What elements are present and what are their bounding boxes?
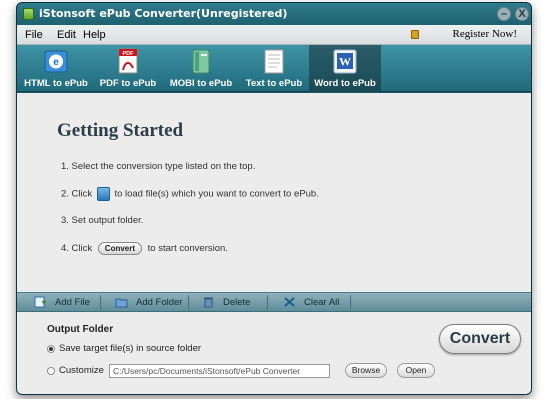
tab-mobi-to-epub[interactable]: MOBI to ePub [165, 45, 237, 92]
app-icon [23, 8, 34, 20]
conversion-toolbar: e HTML to ePub PDF PDF to ePub MOBI to e… [17, 45, 531, 92]
action-separator [100, 295, 101, 310]
open-button[interactable]: Open [397, 363, 435, 378]
action-separator [350, 295, 351, 310]
step-1: 1. Select the conversion type listed on … [61, 161, 256, 172]
add-file-button[interactable]: Add File [34, 293, 90, 312]
tab-pdf-to-epub-label: PDF to ePub [99, 78, 157, 89]
svg-text:PDF: PDF [123, 51, 135, 57]
word-icon: W [333, 49, 357, 74]
action-separator [188, 295, 189, 310]
tab-pdf-to-epub[interactable]: PDF PDF to ePub [93, 45, 163, 92]
svg-text:W: W [339, 55, 351, 69]
customize-radio[interactable] [47, 367, 55, 375]
mobi-icon [192, 49, 210, 74]
svg-text:e: e [53, 57, 59, 68]
menu-edit[interactable]: Edit [57, 29, 76, 41]
browse-button[interactable]: Browse [345, 363, 387, 378]
getting-started-panel: Getting Started 1. Select the conversion… [17, 93, 531, 292]
tab-html-to-epub-label: HTML to ePub [24, 78, 88, 89]
tab-word-to-epub-label: Word to ePub [314, 78, 376, 89]
delete-label: Delete [223, 297, 251, 308]
tab-text-to-epub[interactable]: Text to ePub [239, 45, 309, 92]
minimize-button[interactable]: – [497, 7, 511, 21]
delete-button[interactable]: Delete [202, 293, 250, 312]
step-2-suffix: to load file(s) which you want to conver… [114, 188, 319, 200]
step-2: 2. Click to load file(s) which you want … [61, 187, 319, 201]
load-files-icon [96, 187, 110, 201]
step-2-prefix: 2. Click [61, 188, 93, 200]
clear-x-icon [284, 297, 295, 308]
menu-help[interactable]: Help [83, 29, 106, 41]
app-window: iStonsoft ePub Converter(Unregistered) –… [16, 2, 532, 395]
step-3: 3. Set output folder. [61, 215, 144, 226]
action-separator [267, 295, 268, 310]
clear-all-button[interactable]: Clear All [283, 293, 339, 312]
customize-label: Customize [59, 365, 104, 376]
output-path-field[interactable]: C:/Users/pc/Documents/iStonsoft/ePub Con… [109, 364, 330, 378]
page-title: Getting Started [57, 120, 184, 141]
output-folder-title: Output Folder [47, 324, 114, 335]
tab-text-to-epub-label: Text to ePub [245, 78, 303, 89]
text-icon [264, 49, 284, 74]
inline-convert-badge: Convert [97, 242, 143, 255]
clear-all-label: Clear All [304, 297, 340, 308]
tab-html-to-epub[interactable]: e HTML to ePub [21, 45, 91, 92]
close-button[interactable]: X [515, 7, 529, 21]
lock-icon [411, 30, 419, 39]
menu-file[interactable]: File [25, 29, 43, 41]
add-folder-button[interactable]: Add Folder [115, 293, 182, 312]
add-file-icon [34, 296, 46, 308]
add-folder-label: Add Folder [136, 297, 183, 308]
window-title: iStonsoft ePub Converter(Unregistered) [39, 7, 288, 20]
save-in-source-radio[interactable] [47, 345, 55, 353]
step-4-suffix: to start conversion. [147, 243, 228, 255]
save-in-source-label: Save target file(s) in source folder [59, 343, 202, 354]
tab-mobi-to-epub-label: MOBI to ePub [169, 78, 233, 89]
file-action-bar: Add File Add Folder Delete Clear All [17, 292, 531, 312]
add-file-label: Add File [55, 297, 90, 308]
step-4: 4. Click Convert to start conversion. [61, 242, 228, 255]
menu-bar: File Edit Help Register Now! [17, 25, 531, 45]
convert-button[interactable]: Convert [439, 324, 521, 354]
title-bar: iStonsoft ePub Converter(Unregistered) –… [17, 3, 531, 25]
output-panel: Output Folder Save target file(s) in sou… [17, 312, 531, 394]
register-now-link[interactable]: Register Now! [453, 28, 517, 40]
step-4-prefix: 4. Click [61, 243, 93, 255]
pdf-icon: PDF [118, 48, 138, 74]
add-folder-icon [115, 298, 128, 308]
tab-word-to-epub[interactable]: W Word to ePub [309, 45, 381, 92]
trash-icon [204, 297, 213, 308]
html-icon: e [44, 50, 68, 73]
